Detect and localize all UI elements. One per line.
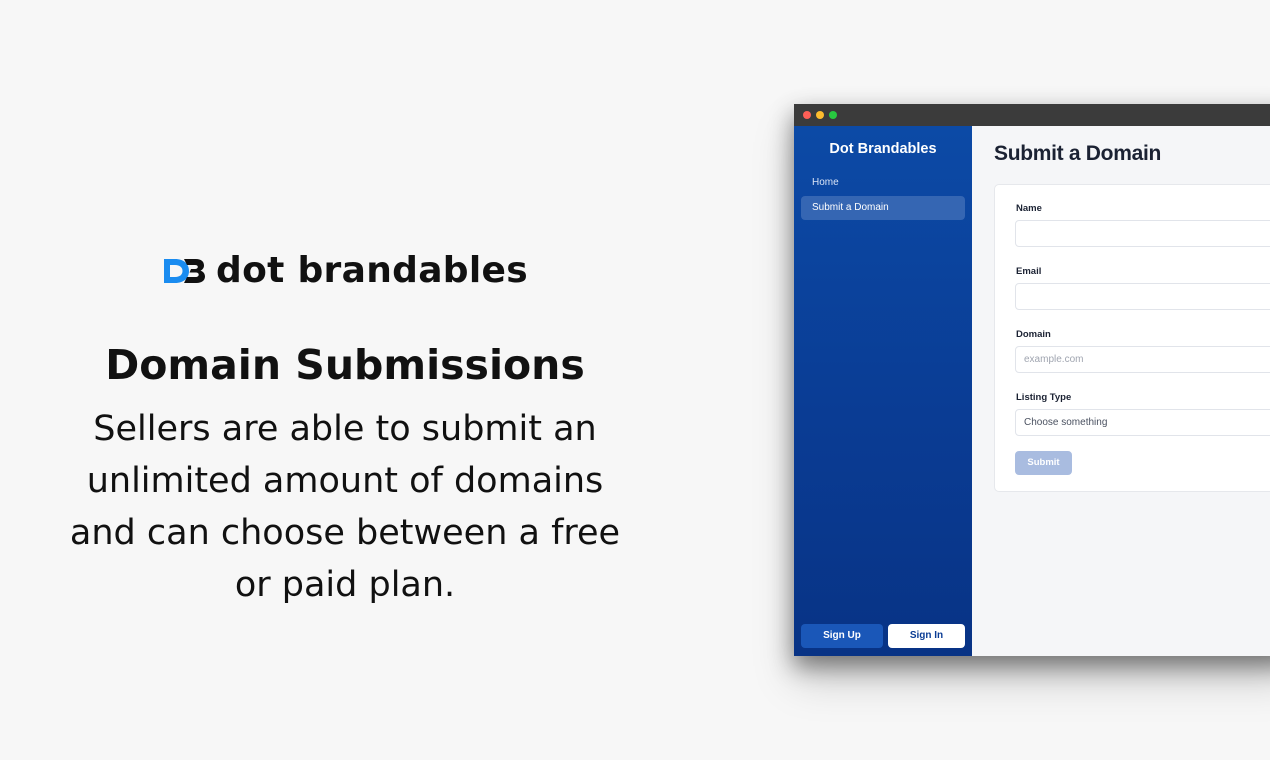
db-logo-icon: [164, 258, 206, 283]
sign-up-button[interactable]: Sign Up: [801, 624, 883, 648]
sidebar-title: Dot Brandables: [829, 141, 937, 157]
app-window: Dot Brandables Home Submit a Domain Sign…: [794, 104, 1270, 656]
brand-logo: dot brandables: [40, 250, 650, 291]
listing-type-select[interactable]: Choose something: [1015, 409, 1270, 436]
main-content: Submit a Domain Name Email Domain exampl…: [972, 126, 1270, 656]
sidebar: Dot Brandables Home Submit a Domain Sign…: [794, 126, 972, 656]
sidebar-item-home[interactable]: Home: [801, 171, 965, 195]
promo-section: dot brandables Domain Submissions Seller…: [40, 250, 650, 611]
promo-description: Sellers are able to submit an unlimited …: [69, 409, 621, 605]
brand-name: dot brandables: [216, 250, 528, 291]
email-input[interactable]: [1015, 283, 1270, 310]
close-window-button[interactable]: [803, 111, 811, 119]
maximize-window-button[interactable]: [829, 111, 837, 119]
screen: dot brandables Domain Submissions Seller…: [0, 0, 1270, 760]
domain-label: Domain: [1016, 329, 1051, 340]
sign-in-button[interactable]: Sign In: [888, 624, 965, 648]
page-title: Submit a Domain: [994, 142, 1162, 165]
name-label: Name: [1016, 203, 1042, 214]
window-titlebar: [794, 104, 1270, 126]
submit-domain-form: Name Email Domain example.com Listing Ty…: [994, 184, 1270, 492]
listing-type-label: Listing Type: [1016, 392, 1072, 403]
app-body: Dot Brandables Home Submit a Domain Sign…: [794, 126, 1270, 656]
sidebar-item-submit-domain[interactable]: Submit a Domain: [801, 196, 965, 220]
submit-button[interactable]: Submit: [1015, 451, 1072, 475]
email-label: Email: [1016, 266, 1042, 277]
name-input[interactable]: [1015, 220, 1270, 247]
promo-headline: Domain Submissions: [105, 341, 585, 389]
domain-input[interactable]: example.com: [1015, 346, 1270, 373]
minimize-window-button[interactable]: [816, 111, 824, 119]
